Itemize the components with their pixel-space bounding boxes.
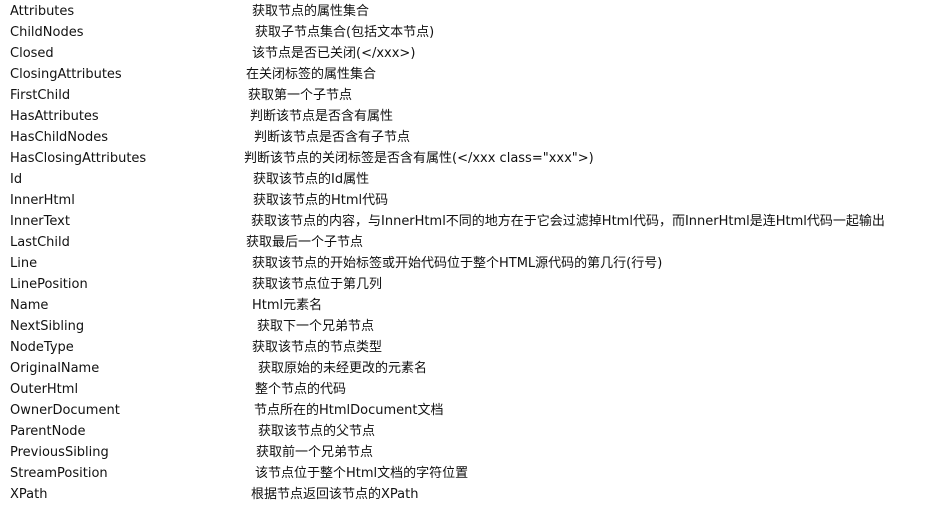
table-row: ClosingAttributes 在关闭标签的属性集合 bbox=[0, 66, 943, 87]
property-name: HasChildNodes bbox=[10, 130, 109, 145]
property-description: 该节点位于整个Html文档的字符位置 bbox=[255, 466, 469, 481]
property-description: 在关闭标签的属性集合 bbox=[246, 67, 377, 82]
table-row: InnerText 获取该节点的内容，与InnerHtml不同的地方在于它会过滤掉… bbox=[0, 213, 943, 234]
table-row: HasClosingAttributes 判断该节点的关闭标签是否含有属性(</x… bbox=[0, 150, 943, 171]
table-row: LinePosition 获取该节点位于第几列 bbox=[0, 276, 943, 297]
property-name: OwnerDocument bbox=[10, 403, 120, 418]
property-description: 获取该节点的Html代码 bbox=[253, 193, 389, 208]
property-name: FirstChild bbox=[10, 88, 71, 103]
property-name: Line bbox=[10, 256, 38, 271]
table-row: Closed 该节点是否已关闭(</xxx>) bbox=[0, 45, 943, 66]
property-description: 获取该节点的内容，与InnerHtml不同的地方在于它会过滤掉Html代码，而I… bbox=[251, 214, 885, 229]
property-name: OuterHtml bbox=[10, 382, 79, 397]
property-description: 节点所在的HtmlDocument文档 bbox=[254, 403, 444, 418]
property-description: 获取该节点位于第几列 bbox=[252, 277, 383, 292]
property-name: PreviousSibling bbox=[10, 445, 109, 460]
table-row: HasAttributes 判断该节点是否含有属性 bbox=[0, 108, 943, 129]
property-name: XPath bbox=[10, 487, 48, 502]
property-description: 该节点是否已关闭(</xxx>) bbox=[252, 46, 416, 61]
property-list: Attributes 获取节点的属性集合 ChildNodes 获取子节点集合(包括文… bbox=[0, 3, 943, 507]
property-name: NextSibling bbox=[10, 319, 85, 334]
property-name: Attributes bbox=[10, 4, 75, 19]
table-row: Attributes 获取节点的属性集合 bbox=[0, 3, 943, 24]
property-name: ChildNodes bbox=[10, 25, 84, 40]
table-row: Name Html元素名 bbox=[0, 297, 943, 318]
property-name: LinePosition bbox=[10, 277, 88, 292]
property-description: 获取该节点的父节点 bbox=[258, 424, 376, 439]
property-name: ClosingAttributes bbox=[10, 67, 122, 82]
table-row: NodeType 获取该节点的节点类型 bbox=[0, 339, 943, 360]
table-row: NextSibling 获取下一个兄弟节点 bbox=[0, 318, 943, 339]
table-row: PreviousSibling 获取前一个兄弟节点 bbox=[0, 444, 943, 465]
table-row: ParentNode 获取该节点的父节点 bbox=[0, 423, 943, 444]
property-name: InnerText bbox=[10, 214, 70, 229]
property-description: 获取节点的属性集合 bbox=[252, 4, 370, 19]
table-row: FirstChild 获取第一个子节点 bbox=[0, 87, 943, 108]
property-description: 根据节点返回该节点的XPath bbox=[251, 487, 419, 502]
table-row: OuterHtml 整个节点的代码 bbox=[0, 381, 943, 402]
property-name: HasAttributes bbox=[10, 109, 99, 124]
property-description: 判断该节点是否含有子节点 bbox=[254, 130, 411, 145]
property-description: 判断该节点是否含有属性 bbox=[250, 109, 394, 124]
property-description: 判断该节点的关闭标签是否含有属性(</xxx class="xxx">) bbox=[244, 151, 594, 166]
property-description: 获取第一个子节点 bbox=[248, 88, 353, 103]
property-name: HasClosingAttributes bbox=[10, 151, 147, 166]
table-row: HasChildNodes 判断该节点是否含有子节点 bbox=[0, 129, 943, 150]
table-row: OriginalName 获取原始的未经更改的元素名 bbox=[0, 360, 943, 381]
property-description: 获取前一个兄弟节点 bbox=[256, 445, 374, 460]
property-name: StreamPosition bbox=[10, 466, 108, 481]
table-row: OwnerDocument 节点所在的HtmlDocument文档 bbox=[0, 402, 943, 423]
table-row: LastChild 获取最后一个子节点 bbox=[0, 234, 943, 255]
table-row: XPath 根据节点返回该节点的XPath bbox=[0, 486, 943, 507]
property-description: 获取子节点集合(包括文本节点) bbox=[255, 25, 435, 40]
table-row: Id 获取该节点的Id属性 bbox=[0, 171, 943, 192]
property-description: 获取最后一个子节点 bbox=[246, 235, 364, 250]
table-row: Line 获取该节点的开始标签或开始代码位于整个HTML源代码的第几行(行号) bbox=[0, 255, 943, 276]
property-name: LastChild bbox=[10, 235, 70, 250]
property-name: NodeType bbox=[10, 340, 74, 355]
property-description: 整个节点的代码 bbox=[255, 382, 347, 397]
table-row: InnerHtml 获取该节点的Html代码 bbox=[0, 192, 943, 213]
table-row: ChildNodes 获取子节点集合(包括文本节点) bbox=[0, 24, 943, 45]
property-name: Name bbox=[10, 298, 49, 313]
property-description: 获取下一个兄弟节点 bbox=[257, 319, 375, 334]
property-name: ParentNode bbox=[10, 424, 86, 439]
property-name: Id bbox=[10, 172, 23, 187]
property-name: InnerHtml bbox=[10, 193, 75, 208]
property-name: Closed bbox=[10, 46, 54, 61]
property-name: OriginalName bbox=[10, 361, 100, 376]
table-row: StreamPosition 该节点位于整个Html文档的字符位置 bbox=[0, 465, 943, 486]
property-description: 获取原始的未经更改的元素名 bbox=[258, 361, 428, 376]
property-description: 获取该节点的节点类型 bbox=[252, 340, 383, 355]
property-description: 获取该节点的开始标签或开始代码位于整个HTML源代码的第几行(行号) bbox=[252, 256, 663, 271]
property-description: Html元素名 bbox=[252, 298, 323, 313]
property-description: 获取该节点的Id属性 bbox=[253, 172, 370, 187]
